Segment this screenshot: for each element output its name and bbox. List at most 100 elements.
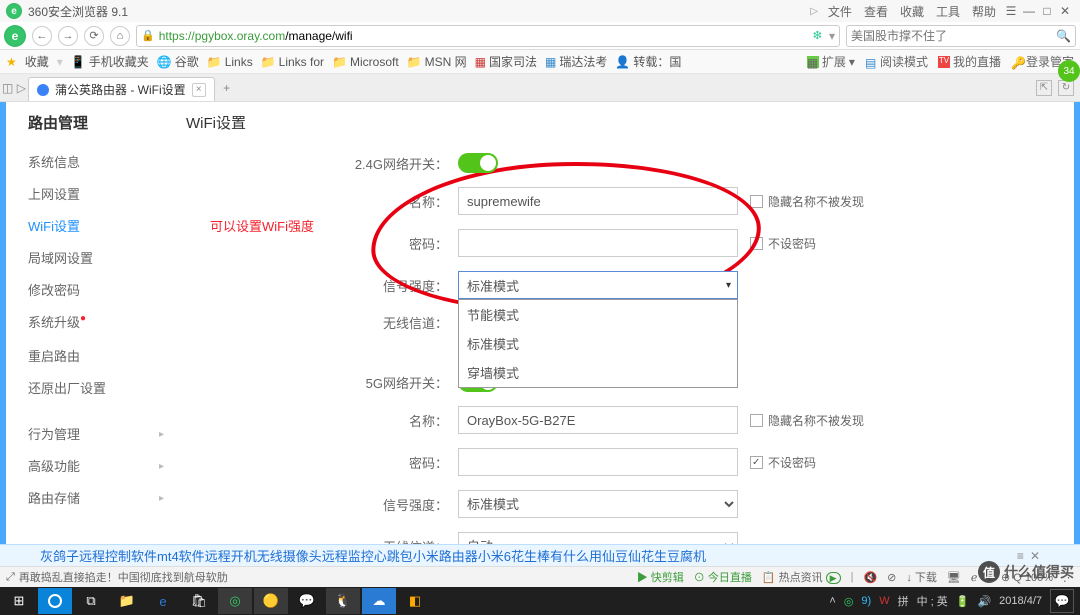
checkbox-24g-hide[interactable] xyxy=(750,195,763,208)
eco-icon[interactable]: ❇ xyxy=(813,29,822,42)
tray-360-icon[interactable]: ◎ xyxy=(844,595,854,608)
task-360[interactable]: ◎ xyxy=(218,588,252,614)
status-download[interactable]: ↓ 下载 xyxy=(906,569,937,585)
status-expand-icon[interactable]: ⤢ xyxy=(6,571,15,584)
hamburger-icon[interactable]: ☰ xyxy=(1002,4,1020,18)
taskview-button[interactable]: ⧉ xyxy=(74,588,108,614)
menu-help[interactable]: 帮助 xyxy=(972,3,996,20)
sidebar-item-password[interactable]: 修改密码 xyxy=(28,275,176,307)
status-hot[interactable]: 📋 热点资讯 ▶ xyxy=(762,569,841,585)
search-input[interactable] xyxy=(851,29,1056,43)
task-edge[interactable]: e xyxy=(146,588,180,614)
input-24g-pwd[interactable] xyxy=(458,229,738,257)
link-7[interactable]: 小米6 xyxy=(478,546,511,565)
link-5[interactable]: 心跳包 xyxy=(374,546,413,565)
sidebar-item-upgrade[interactable]: 系统升级● xyxy=(28,307,176,341)
link-8[interactable]: 花生棒有什么用 xyxy=(511,546,602,565)
reload-button[interactable]: ⟳ xyxy=(84,26,104,46)
task-app1[interactable]: ☁ xyxy=(362,588,396,614)
bookmark-links[interactable]: 📁Links xyxy=(207,55,253,69)
url-box[interactable]: 🔒 https://pgybox.oray.com/manage/wifi ❇ … xyxy=(136,25,840,47)
status-pc-icon[interactable]: 🖥 xyxy=(947,571,961,584)
tabs-panel-icon[interactable]: ◫ ▷ xyxy=(0,74,28,101)
url-input[interactable] xyxy=(357,29,806,43)
task-explorer[interactable]: 📁 xyxy=(110,588,144,614)
tray-volume-icon[interactable]: 🔊 xyxy=(977,595,991,608)
tray-notifications[interactable]: 💬 xyxy=(1050,589,1074,613)
start-button[interactable]: ⊞ xyxy=(2,588,36,614)
menu-fav[interactable]: 收藏 xyxy=(900,3,924,20)
input-24g-name[interactable] xyxy=(458,187,738,215)
ext-kuozhan[interactable]: ▦扩展 ▾ xyxy=(807,53,855,70)
select-24g-signal[interactable]: 标准模式 ▾ 节能模式 标准模式 穿墙模式 xyxy=(458,271,738,299)
bookmark-linksfor[interactable]: 📁Links for xyxy=(261,55,324,69)
status-today[interactable]: ⊙ 今日直播 xyxy=(694,569,752,585)
option-standard[interactable]: 标准模式 xyxy=(459,329,737,358)
link-9[interactable]: 仙豆仙花生豆腐机 xyxy=(602,546,706,565)
checkbox-5g-nopwd[interactable] xyxy=(750,456,763,469)
task-store[interactable]: 🛍 xyxy=(182,588,216,614)
sidebar-item-behavior[interactable]: 行为管理▸ xyxy=(28,419,176,451)
bookmark-ruida[interactable]: ▦瑞达法考 xyxy=(545,53,607,70)
search-icon[interactable]: 🔍 xyxy=(1056,29,1071,43)
bookmark-guojiasifa[interactable]: ▦国家司法 xyxy=(475,53,537,70)
bookmark-mobile[interactable]: 📱手机收藏夹 xyxy=(71,53,149,70)
tab-util-2[interactable]: ↻ xyxy=(1058,80,1074,96)
sidebar-item-storage[interactable]: 路由存储▸ xyxy=(28,483,176,515)
bookmark-fav-label[interactable]: 收藏 xyxy=(25,53,49,70)
url-dropdown-icon[interactable]: ▾ xyxy=(829,29,835,43)
notification-badge[interactable]: 34 xyxy=(1058,60,1080,82)
tray-battery-icon[interactable]: 🔋 xyxy=(956,595,970,608)
maximize-button[interactable]: □ xyxy=(1038,4,1056,18)
sidebar-item-wifi[interactable]: WiFi设置 xyxy=(28,211,176,243)
status-block-icon[interactable]: ⊘ xyxy=(887,571,896,584)
checkbox-5g-hide[interactable] xyxy=(750,414,763,427)
search-box[interactable]: 🔍 xyxy=(846,25,1076,47)
new-tab-button[interactable]: + xyxy=(215,74,239,101)
status-e[interactable]: ℯ xyxy=(971,571,978,584)
option-wall[interactable]: 穿墙模式 xyxy=(459,358,737,387)
star-icon[interactable]: ★ xyxy=(6,55,17,69)
bookmark-msn[interactable]: 📁MSN 网 xyxy=(407,53,467,70)
tray-clock[interactable]: 2018/4/7 xyxy=(999,595,1042,607)
task-app2[interactable]: ◧ xyxy=(398,588,432,614)
select-5g-signal[interactable]: 标准模式 xyxy=(458,490,738,518)
status-news[interactable]: 再敢捣乱直接掐走！中国彻底找到航母软肋 xyxy=(19,569,228,585)
checkbox-24g-nopwd[interactable] xyxy=(750,237,763,250)
status-fastclip[interactable]: ▶ 快剪辑 xyxy=(637,569,684,585)
link-6[interactable]: 小米路由器 xyxy=(413,546,478,565)
ext-read[interactable]: ▤阅读模式 xyxy=(865,53,928,70)
bookmark-microsoft[interactable]: 📁Microsoft xyxy=(332,55,399,69)
cortana-button[interactable] xyxy=(38,588,72,614)
minimize-button[interactable]: — xyxy=(1020,4,1038,18)
tab-util-1[interactable]: ⇱ xyxy=(1036,80,1052,96)
bookmark-zhuanzai[interactable]: 👤转载：国 xyxy=(615,53,681,70)
tray-w-icon[interactable]: W xyxy=(879,595,889,607)
input-5g-pwd[interactable] xyxy=(458,448,738,476)
tray-up-icon[interactable]: ˄ xyxy=(829,595,835,607)
option-eco[interactable]: 节能模式 xyxy=(459,300,737,329)
home-button[interactable]: ⌂ xyxy=(110,26,130,46)
status-mute-icon[interactable]: 🔇 xyxy=(863,571,877,584)
sidebar-item-advanced[interactable]: 高级功能▸ xyxy=(28,451,176,483)
link-2[interactable]: mt4软件 xyxy=(157,546,205,565)
link-1[interactable]: 灰鸽子远程控制软件 xyxy=(40,546,157,565)
menu-tools[interactable]: 工具 xyxy=(936,3,960,20)
link-3[interactable]: 远程开机 xyxy=(205,546,257,565)
tab-close-button[interactable]: × xyxy=(192,83,206,97)
tab-active[interactable]: 蒲公英路由器 - WiFi设置 × xyxy=(28,77,215,101)
sidebar-item-factory[interactable]: 还原出厂设置 xyxy=(28,373,176,405)
sidebar-item-wan[interactable]: 上网设置 xyxy=(28,179,176,211)
sidebar-item-reboot[interactable]: 重启路由 xyxy=(28,341,176,373)
close-button[interactable]: ✕ xyxy=(1056,4,1074,18)
task-qq[interactable]: 🐧 xyxy=(326,588,360,614)
toggle-24g[interactable] xyxy=(458,153,498,173)
task-wechat[interactable]: 💬 xyxy=(290,588,324,614)
ext-live[interactable]: TV我的直播 xyxy=(938,53,1001,70)
sidebar-item-lan[interactable]: 局域网设置 xyxy=(28,243,176,275)
forward-button[interactable]: → xyxy=(58,26,78,46)
menu-file[interactable]: 文件 xyxy=(828,3,852,20)
input-5g-name[interactable] xyxy=(458,406,738,434)
task-chrome[interactable]: 🟡 xyxy=(254,588,288,614)
bookmark-google[interactable]: 🌐谷歌 xyxy=(157,53,199,70)
